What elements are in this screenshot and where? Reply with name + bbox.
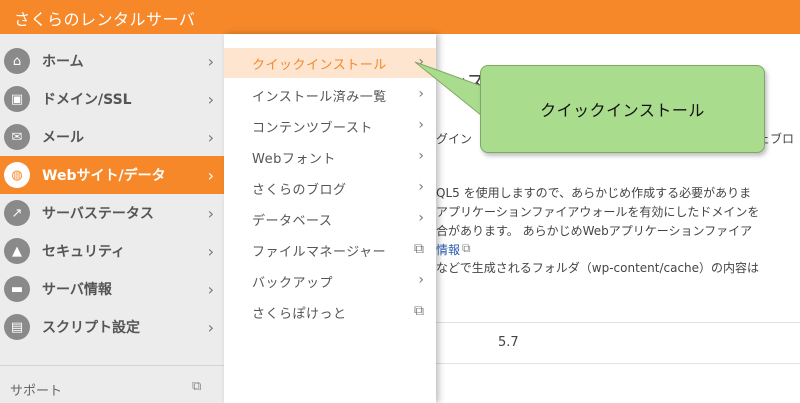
callout-pointer <box>414 61 488 122</box>
callout-text: クイックインストール <box>540 101 705 120</box>
callout-box: クイックインストール <box>480 65 765 153</box>
